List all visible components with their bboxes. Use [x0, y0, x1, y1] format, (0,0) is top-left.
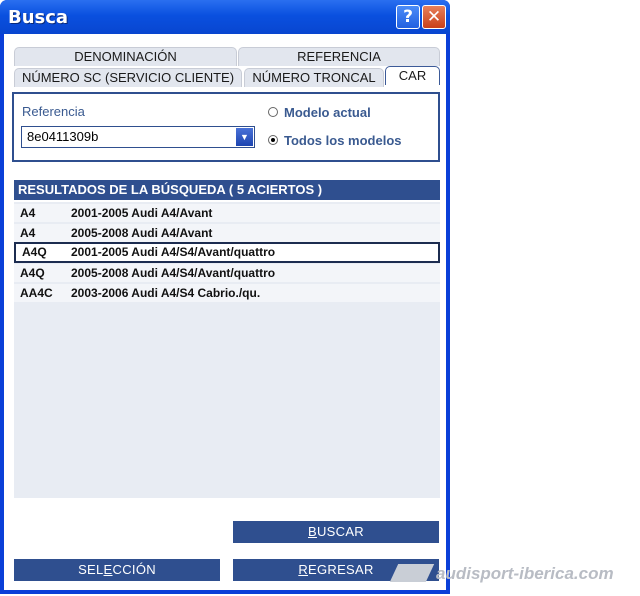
row-code: A4 [20, 206, 36, 220]
reference-value[interactable]: 8e0411309b [27, 129, 98, 144]
help-button[interactable]: ? [396, 5, 420, 29]
tab-denominacion[interactable]: DENOMINACIÓN [14, 47, 237, 66]
table-row[interactable]: A4Q 2005-2008 Audi A4/S4/Avant/quattro [14, 264, 440, 282]
tab-numero-troncal[interactable]: NÚMERO TRONCAL [244, 68, 384, 87]
tab-numero-sc[interactable]: NÚMERO SC (SERVICIO CLIENTE) [14, 68, 242, 87]
table-row[interactable]: AA4C 2003-2006 Audi A4/S4 Cabrio./qu. [14, 284, 440, 302]
row-description: 2001-2005 Audi A4/Avant [71, 206, 213, 220]
seleccion-label-pre: SEL [78, 562, 104, 577]
table-row[interactable]: A4 2001-2005 Audi A4/Avant [14, 204, 440, 222]
results-list[interactable]: A4 2001-2005 Audi A4/Avant A4 2005-2008 … [14, 202, 440, 498]
row-description: 2001-2005 Audi A4/S4/Avant/quattro [71, 245, 276, 259]
window-title: Busca [8, 7, 69, 28]
row-description: 2003-2006 Audi A4/S4 Cabrio./qu. [71, 286, 261, 300]
watermark-text: audisport-iberica.com [436, 564, 614, 583]
buscar-label-post: USCAR [316, 524, 364, 539]
close-icon: ✕ [426, 7, 442, 27]
buscar-button[interactable]: BUSCAR [233, 521, 439, 543]
reference-label: Referencia [22, 104, 85, 119]
row-code: A4Q [22, 245, 47, 259]
radio-current-model[interactable]: Modelo actual [268, 105, 371, 120]
regresar-label-key: R [298, 562, 309, 577]
tab-car[interactable]: CAR [385, 66, 440, 85]
watermark-logo-icon [389, 564, 435, 582]
row-description: 2005-2008 Audi A4/S4/Avant/quattro [71, 266, 276, 280]
seleccion-button[interactable]: SELECCIÓN [14, 559, 220, 581]
radio-all-models[interactable]: Todos los modelos [268, 133, 402, 148]
tab-referencia[interactable]: REFERENCIA [238, 47, 440, 66]
dropdown-button[interactable]: ▼ [236, 128, 253, 146]
triangle-down-icon: ▼ [240, 132, 249, 142]
table-row-selected[interactable]: A4Q 2001-2005 Audi A4/S4/Avant/quattro [14, 242, 440, 263]
radio-current-label: Modelo actual [284, 105, 371, 120]
search-group: Referencia 8e0411309b ▼ Modelo actual To… [12, 92, 440, 162]
radio-selected-icon[interactable] [268, 134, 278, 145]
row-code: A4Q [20, 266, 45, 280]
buscar-label-key: B [308, 524, 317, 539]
close-button[interactable]: ✕ [422, 5, 446, 29]
results-header: RESULTADOS DE LA BÚSQUEDA ( 5 ACIERTOS ) [14, 180, 440, 200]
reference-combobox[interactable]: 8e0411309b ▼ [21, 126, 255, 148]
table-row[interactable]: A4 2005-2008 Audi A4/Avant [14, 224, 440, 242]
regresar-label-post: EGRESAR [308, 562, 374, 577]
seleccion-label-key: E [103, 562, 113, 577]
radio-icon[interactable] [268, 106, 278, 117]
radio-all-label: Todos los modelos [284, 133, 402, 148]
row-code: AA4C [20, 286, 53, 300]
row-code: A4 [20, 226, 36, 240]
title-bar[interactable]: Busca ? ✕ [0, 0, 450, 34]
watermark: audisport-iberica.com [389, 562, 640, 586]
row-description: 2005-2008 Audi A4/Avant [71, 226, 213, 240]
seleccion-label-post: CCIÓN [112, 562, 156, 577]
